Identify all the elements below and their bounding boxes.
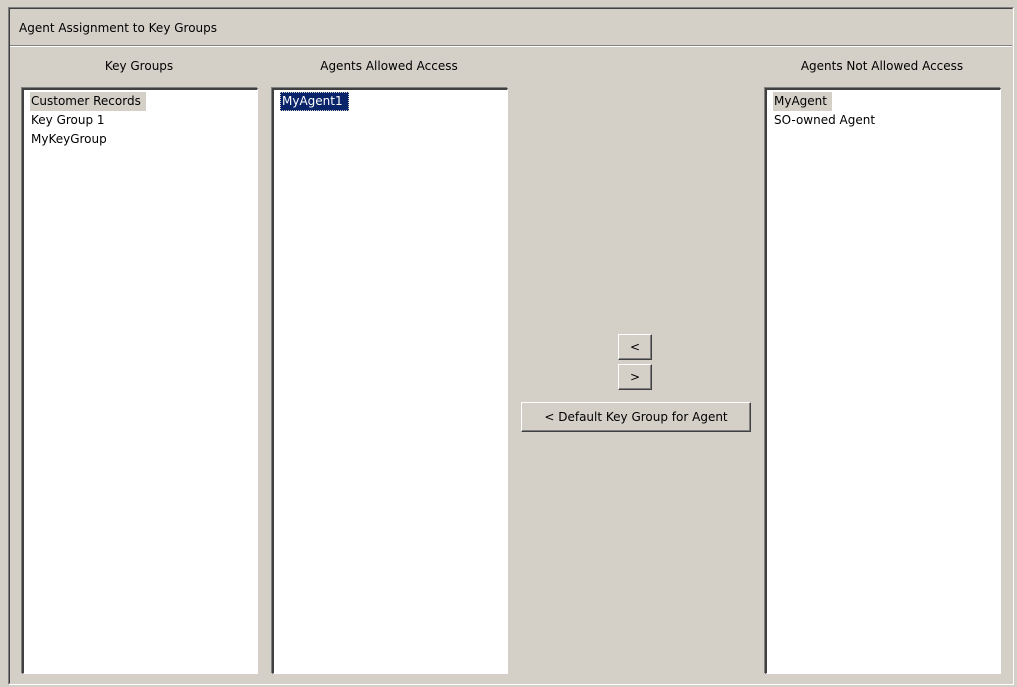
panel-title: Agent Assignment to Key Groups xyxy=(19,21,218,35)
list-item[interactable]: Customer Records xyxy=(30,92,257,111)
agents-not-allowed-listbox[interactable]: MyAgent SO-owned Agent xyxy=(765,88,1001,674)
list-item[interactable]: Key Group 1 xyxy=(30,111,257,130)
list-item[interactable]: MyAgent xyxy=(773,92,1000,111)
agents-allowed-header: Agents Allowed Access xyxy=(320,59,458,73)
list-item[interactable]: SO-owned Agent xyxy=(773,111,1000,130)
list-item[interactable]: MyAgent1 xyxy=(280,92,507,111)
move-right-button[interactable]: > xyxy=(618,364,652,390)
panel-titlebar: Agent Assignment to Key Groups xyxy=(10,9,1012,46)
agent-assignment-panel: Agent Assignment to Key Groups Key Group… xyxy=(8,7,1014,685)
key-groups-header: Key Groups xyxy=(104,59,174,73)
key-groups-listbox[interactable]: Customer Records Key Group 1 MyKeyGroup xyxy=(22,88,258,674)
list-item[interactable]: MyKeyGroup xyxy=(30,130,257,149)
agents-not-allowed-header: Agents Not Allowed Access xyxy=(800,59,964,73)
agents-allowed-listbox[interactable]: MyAgent1 xyxy=(272,88,508,674)
move-left-button[interactable]: < xyxy=(618,334,652,360)
default-key-group-button[interactable]: < Default Key Group for Agent xyxy=(521,402,751,432)
